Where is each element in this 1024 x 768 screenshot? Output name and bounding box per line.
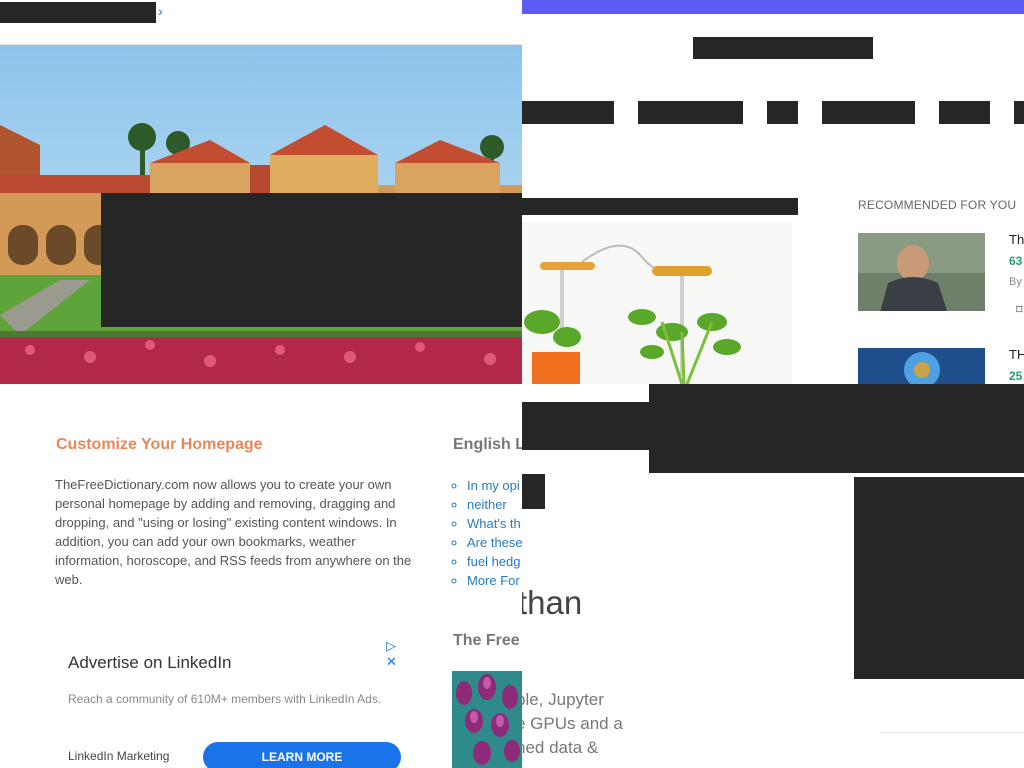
paragraph-line: ble, Jupyter bbox=[522, 690, 604, 709]
customize-title: Customize Your Homepage bbox=[56, 436, 263, 453]
recommended-title: RECOMMENDED FOR YOU bbox=[858, 198, 1017, 212]
redacted-sidebar-ad bbox=[854, 477, 1024, 679]
recommended-thumbnail[interactable] bbox=[858, 348, 985, 384]
redacted-nav-item[interactable] bbox=[767, 101, 798, 124]
english-link[interactable]: neither bbox=[467, 495, 522, 514]
redacted-nav-item[interactable] bbox=[1014, 101, 1024, 124]
accent-bar bbox=[522, 0, 1024, 14]
english-link[interactable]: More For bbox=[467, 571, 522, 590]
english-link[interactable]: Are these bbox=[467, 533, 522, 552]
tulip-image[interactable] bbox=[452, 671, 522, 768]
ad-choices-icon[interactable]: ▷ ✕ bbox=[386, 638, 420, 670]
paragraph-line: e GPUs and a bbox=[522, 714, 623, 733]
divider bbox=[880, 732, 1024, 733]
ad-text: Reach a community of 610M+ members with … bbox=[68, 692, 382, 706]
redacted-nav-item[interactable] bbox=[822, 101, 915, 124]
english-links-list: In my opi neither What's th Are these fu… bbox=[453, 476, 522, 590]
cut-off-paragraph: ble, Jupyter e GPUs and a hed data & bbox=[522, 688, 623, 760]
recommended-item-byline: By bbox=[1009, 276, 1022, 288]
redacted-nav-item[interactable] bbox=[638, 101, 743, 124]
bookmark-icon[interactable]: ⌑ bbox=[1016, 302, 1023, 318]
recommended-item-title[interactable]: TH bbox=[1009, 347, 1024, 362]
recommended-item-title[interactable]: Th bbox=[1009, 232, 1024, 247]
cut-off-heading: than bbox=[522, 584, 583, 621]
english-link[interactable]: What's th bbox=[467, 514, 522, 533]
english-section-title: English L bbox=[453, 436, 522, 453]
redacted-block bbox=[522, 402, 649, 450]
recommended-item-count: 63 bbox=[1009, 254, 1023, 268]
redacted-nav-item[interactable] bbox=[939, 101, 990, 124]
customize-body: TheFreeDictionary.com now allows you to … bbox=[55, 477, 412, 587]
english-link[interactable]: fuel hedg bbox=[467, 552, 522, 571]
redacted-article-headline[interactable] bbox=[522, 198, 798, 215]
chevron-right-icon[interactable]: › bbox=[158, 3, 163, 19]
free-section-title: The Free bbox=[453, 632, 520, 649]
redacted-hero-banner bbox=[101, 193, 522, 327]
ad-title[interactable]: Advertise on LinkedIn bbox=[68, 653, 232, 673]
learn-more-button[interactable]: LEARN MORE bbox=[203, 742, 401, 768]
redacted-block bbox=[522, 474, 545, 509]
recommended-item-count: 25 bbox=[1009, 369, 1023, 383]
linkedin-ad: ▷ ✕ Advertise on LinkedIn Reach a commun… bbox=[56, 636, 420, 768]
redacted-nav-item[interactable] bbox=[522, 101, 614, 124]
article-image[interactable] bbox=[522, 222, 792, 384]
redacted-ad-banner bbox=[649, 384, 1024, 473]
redacted-site-logo bbox=[693, 37, 873, 59]
english-link[interactable]: In my opi bbox=[467, 476, 522, 495]
recommended-thumbnail[interactable] bbox=[858, 233, 985, 320]
ad-brand[interactable]: LinkedIn Marketing bbox=[68, 749, 169, 763]
redacted-logo bbox=[0, 2, 156, 23]
paragraph-line: hed data & bbox=[522, 738, 599, 757]
left-pane: › Customize Your Homepage TheFreeDiction… bbox=[0, 0, 522, 768]
